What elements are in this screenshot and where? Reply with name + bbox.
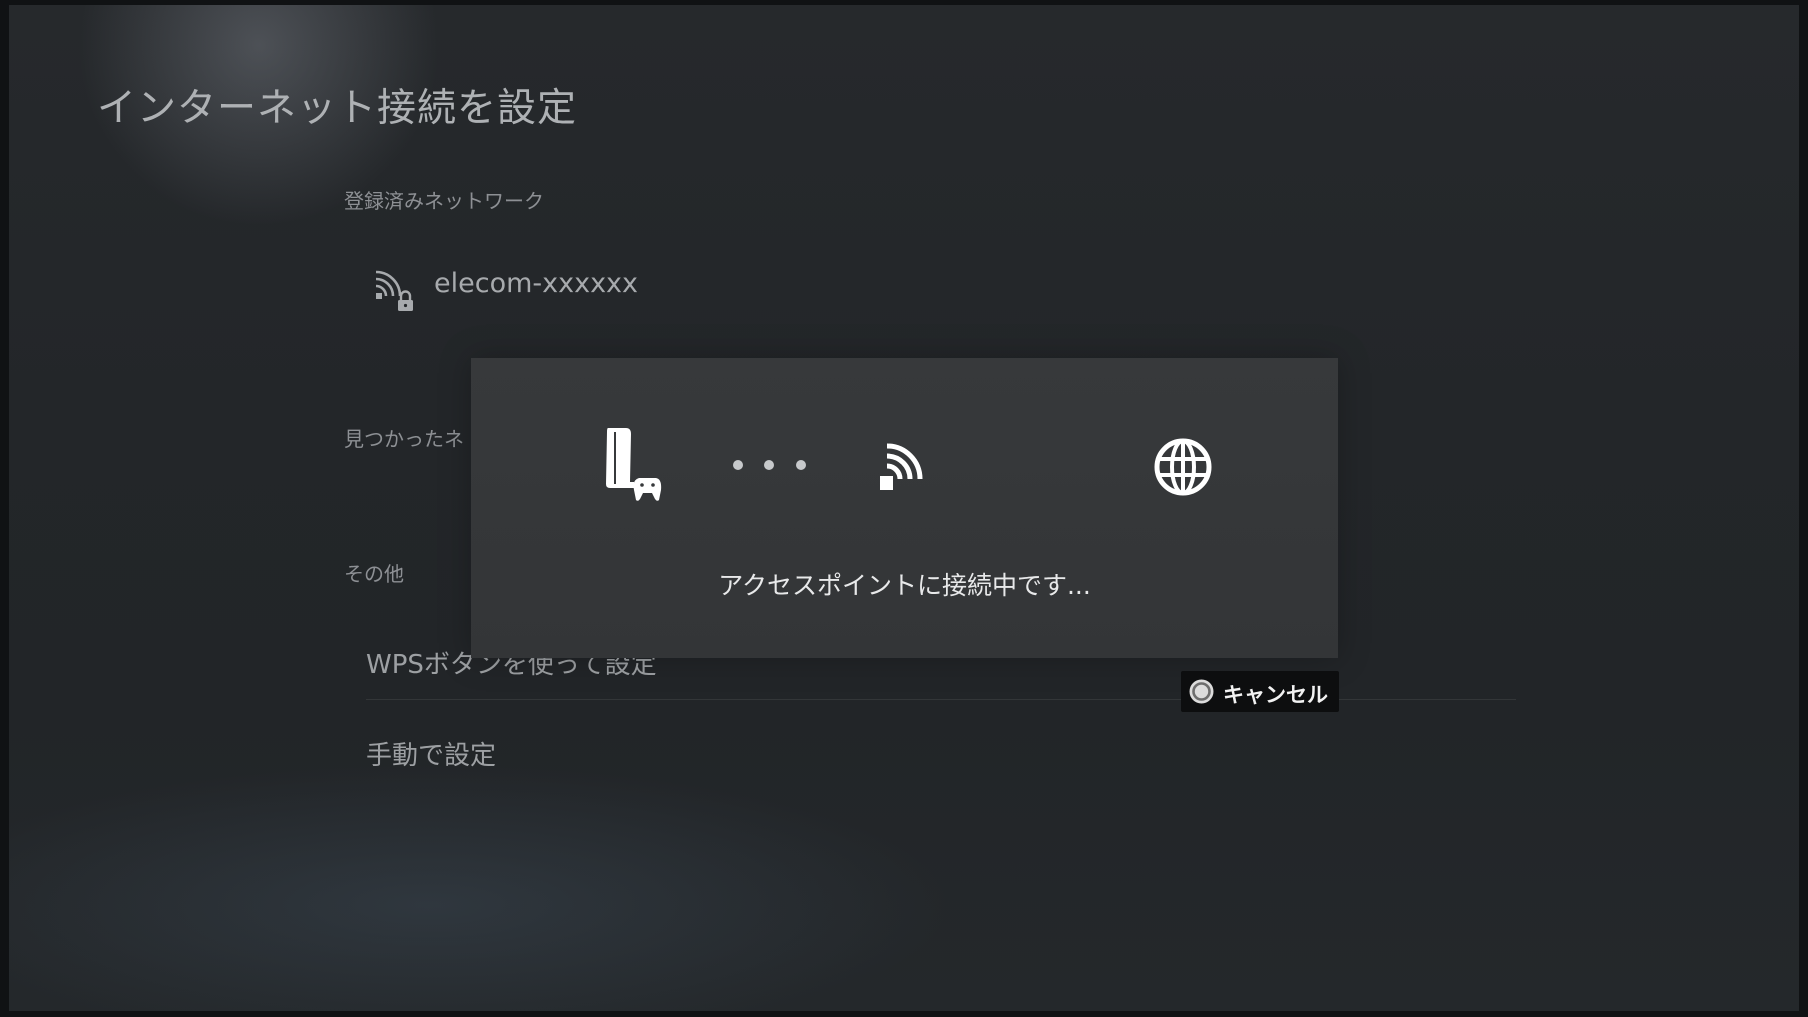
progress-dot [733, 460, 743, 470]
cancel-button[interactable]: キャンセル [1181, 671, 1339, 712]
network-ssid: elecom-xxxxxx [434, 268, 639, 299]
page-title: インターネット接続を設定 [97, 86, 578, 131]
network-item-elecom[interactable]: elecom-xxxxxx [374, 260, 704, 316]
other-heading: その他 [344, 562, 404, 586]
wifi-access-point-icon [880, 443, 923, 490]
progress-dot [764, 460, 774, 470]
circle-button-icon [1189, 679, 1214, 704]
ps5-console-icon [606, 428, 662, 501]
cancel-label: キャンセル [1223, 683, 1328, 707]
found-networks-heading: 見つかったネ [344, 427, 464, 451]
wifi-locked-icon [375, 270, 413, 311]
option-divider [366, 699, 1516, 700]
screen: インターネット接続を設定 登録済みネットワーク elecom-xxxxxx 見つ… [9, 5, 1799, 1011]
registered-networks-heading: 登録済みネットワーク [344, 189, 544, 213]
connecting-dialog: アクセスポイントに接続中です... [471, 358, 1338, 658]
globe-icon [1154, 438, 1212, 496]
progress-dot [796, 460, 806, 470]
manual-setup-option[interactable]: 手動で設定 [366, 717, 1506, 787]
progress-dots [733, 460, 813, 474]
connection-status-text: アクセスポイントに接続中です... [718, 571, 1091, 600]
manual-setup-label: 手動で設定 [366, 741, 497, 771]
